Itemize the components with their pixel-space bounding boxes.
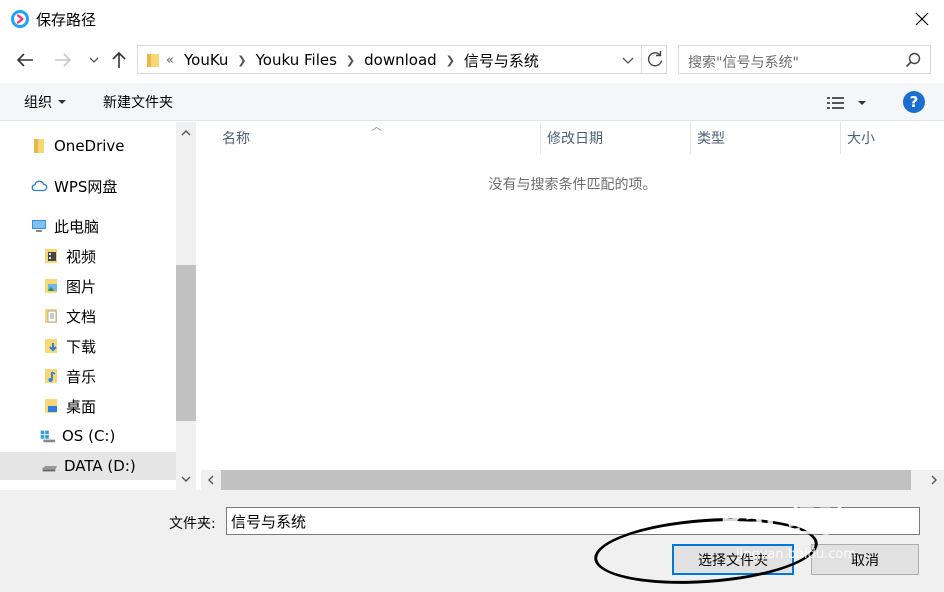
arrow-left-icon [16,53,33,67]
pictures-folder-icon [42,277,60,295]
scrollbar-thumb[interactable] [176,265,196,421]
baidu-watermark: Bai 经验 [720,505,850,540]
breadcrumb: « YouKu ❯ Youku Files ❯ download ❯ 信号与系统 [166,50,539,70]
help-button[interactable]: ? [903,91,925,113]
chevron-right-icon [931,475,937,485]
youku-app-icon [11,10,29,28]
close-button[interactable] [906,4,938,34]
windows-drive-icon [38,427,56,445]
search-icon[interactable] [904,51,922,69]
breadcrumb-current[interactable]: 信号与系统 [464,50,539,71]
sidebar-item-onedrive[interactable]: OneDrive [30,132,125,160]
caret-down-icon [58,100,66,104]
close-icon [915,12,929,26]
sidebar-item-pictures[interactable]: 图片 [42,272,96,300]
sidebar-item-wps[interactable]: WPS网盘 [30,172,117,200]
sidebar-scrollbar[interactable] [176,122,196,490]
video-folder-icon [42,247,60,265]
search-box[interactable]: 搜索"信号与系统" [678,45,931,74]
forward-button[interactable] [48,47,78,73]
sidebar-item-label: 桌面 [66,397,97,416]
cloud-icon [30,177,48,195]
chevron-down-icon [89,57,99,63]
sidebar-item-videos[interactable]: 视频 [42,242,96,270]
recent-locations-button[interactable] [84,47,104,73]
arrow-right-icon [55,53,72,67]
horizontal-scrollbar[interactable] [201,470,944,490]
scroll-left-button[interactable] [201,470,221,490]
sidebar-item-this-pc[interactable]: 此电脑 [30,212,99,240]
sidebar-item-label: DATA (D:) [64,457,136,475]
scroll-up-button[interactable] [176,124,196,142]
breadcrumb-youku-files[interactable]: Youku Files [256,51,337,69]
sidebar-item-data-d[interactable]: DATA (D:) [0,452,176,480]
address-dropdown-icon[interactable] [620,51,636,69]
downloads-folder-icon [42,337,60,355]
column-header-type[interactable]: 类型 [691,122,841,154]
sidebar-item-desktop[interactable]: 桌面 [42,392,96,420]
new-folder-button[interactable]: 新建文件夹 [103,92,173,112]
scroll-right-button[interactable] [924,470,944,490]
dialog-title: 保存路径 [36,11,97,29]
column-header-size[interactable]: 大小 [841,122,944,154]
sidebar-item-label: 视频 [66,247,97,266]
back-button[interactable] [10,47,40,73]
sidebar-item-downloads[interactable]: 下载 [42,332,96,360]
folder-icon [147,54,159,67]
drive-icon [40,457,58,475]
chevron-left-icon [208,475,214,485]
up-button[interactable] [106,47,132,73]
search-placeholder[interactable]: 搜索"信号与系统" [688,52,799,72]
navigation-pane: OneDrive WPS网盘 此电脑 视频 图片 文档 下载 音乐 桌面 OS … [0,122,196,490]
scrollbar-thumb[interactable] [221,470,911,490]
column-header-date[interactable]: 修改日期 [541,122,691,154]
address-bar[interactable]: « YouKu ❯ Youku Files ❯ download ❯ 信号与系统 [137,45,667,74]
chevron-right-icon[interactable]: ❯ [446,54,455,67]
breadcrumb-youku[interactable]: YouKu [184,51,228,69]
sidebar-item-music[interactable]: 音乐 [42,362,96,390]
title-bar: 保存路径 [0,0,944,38]
organize-label: 组织 [24,95,52,111]
chevron-right-icon[interactable]: ❯ [237,54,246,67]
empty-message: 没有与搜索条件匹配的项。 [488,177,657,193]
sidebar-item-label: OneDrive [54,137,125,155]
sidebar-item-documents[interactable]: 文档 [42,302,96,330]
folder-label: 文件夹: [169,516,216,532]
sidebar-item-label: OS (C:) [62,427,116,445]
breadcrumb-download[interactable]: download [364,51,437,69]
organize-menu[interactable]: 组织 [24,92,68,112]
chevron-up-icon [181,130,191,136]
column-header-name[interactable]: 名称 [216,122,541,154]
computer-icon [30,217,48,235]
chevron-right-icon[interactable]: ❯ [346,54,355,67]
sidebar-item-label: 文档 [66,307,97,326]
sidebar-item-label: 音乐 [66,367,97,386]
baidu-watermark-url: jingyan.baidu.com [736,547,856,562]
music-folder-icon [42,367,60,385]
folder-icon [30,137,48,155]
arrow-up-icon [112,51,126,68]
chevron-down-icon [181,476,191,482]
file-list: ︿ 名称 修改日期 类型 大小 没有与搜索条件匹配的项。 [201,120,944,490]
sidebar-item-label: 图片 [66,277,97,296]
sidebar-item-label: 下载 [66,337,97,356]
view-options-button[interactable] [826,92,870,114]
sidebar-item-label: 此电脑 [54,217,100,236]
sidebar-item-os-c[interactable]: OS (C:) [38,422,115,450]
scroll-down-button[interactable] [176,470,196,488]
sidebar-item-label: WPS网盘 [54,177,118,196]
desktop-folder-icon [42,397,60,415]
documents-folder-icon [42,307,60,325]
breadcrumb-overflow[interactable]: « [166,53,174,68]
view-list-icon [827,97,866,109]
command-bar: 组织 新建文件夹 ? [0,83,944,121]
refresh-button[interactable] [641,46,667,73]
refresh-icon [647,51,663,67]
